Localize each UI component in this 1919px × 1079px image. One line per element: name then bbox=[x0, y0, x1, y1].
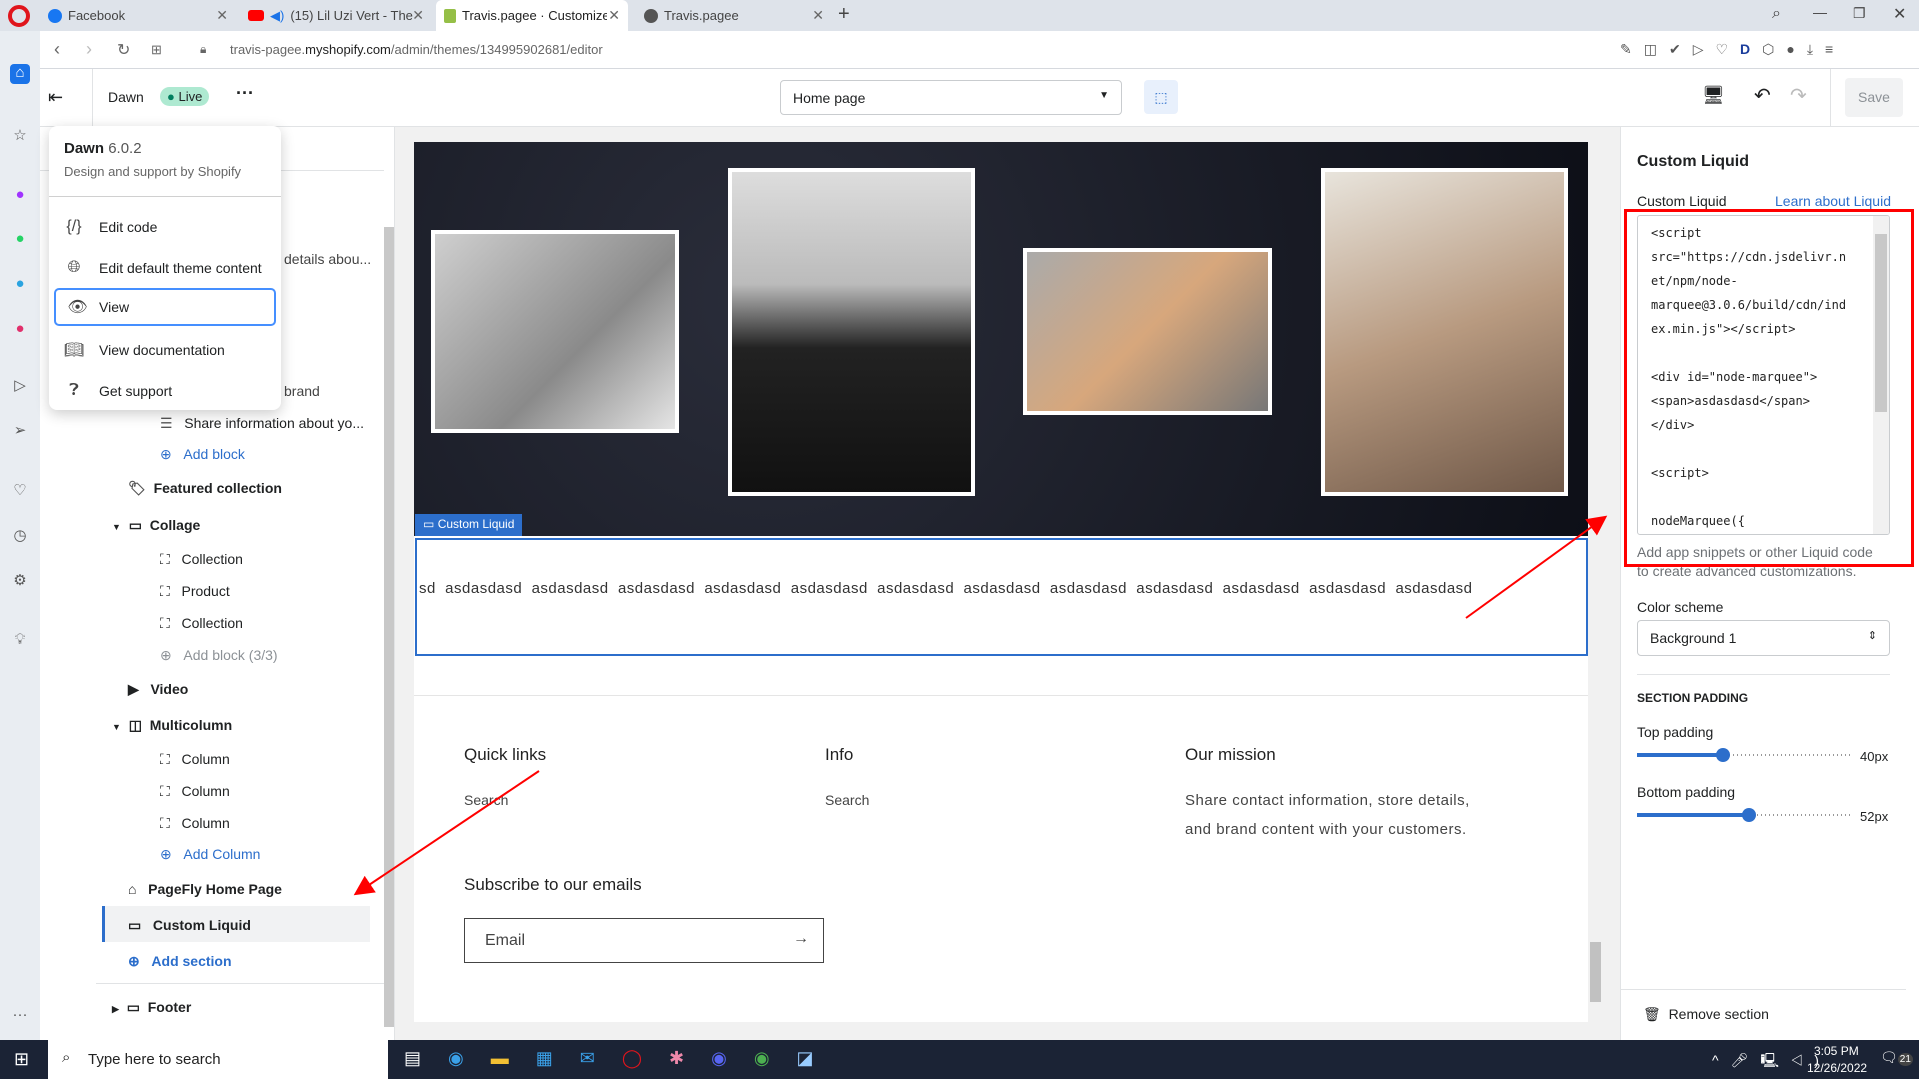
annotation-arrow bbox=[353, 770, 540, 896]
annotation-arrow bbox=[1465, 515, 1608, 619]
annotation-arrows bbox=[353, 515, 1608, 896]
